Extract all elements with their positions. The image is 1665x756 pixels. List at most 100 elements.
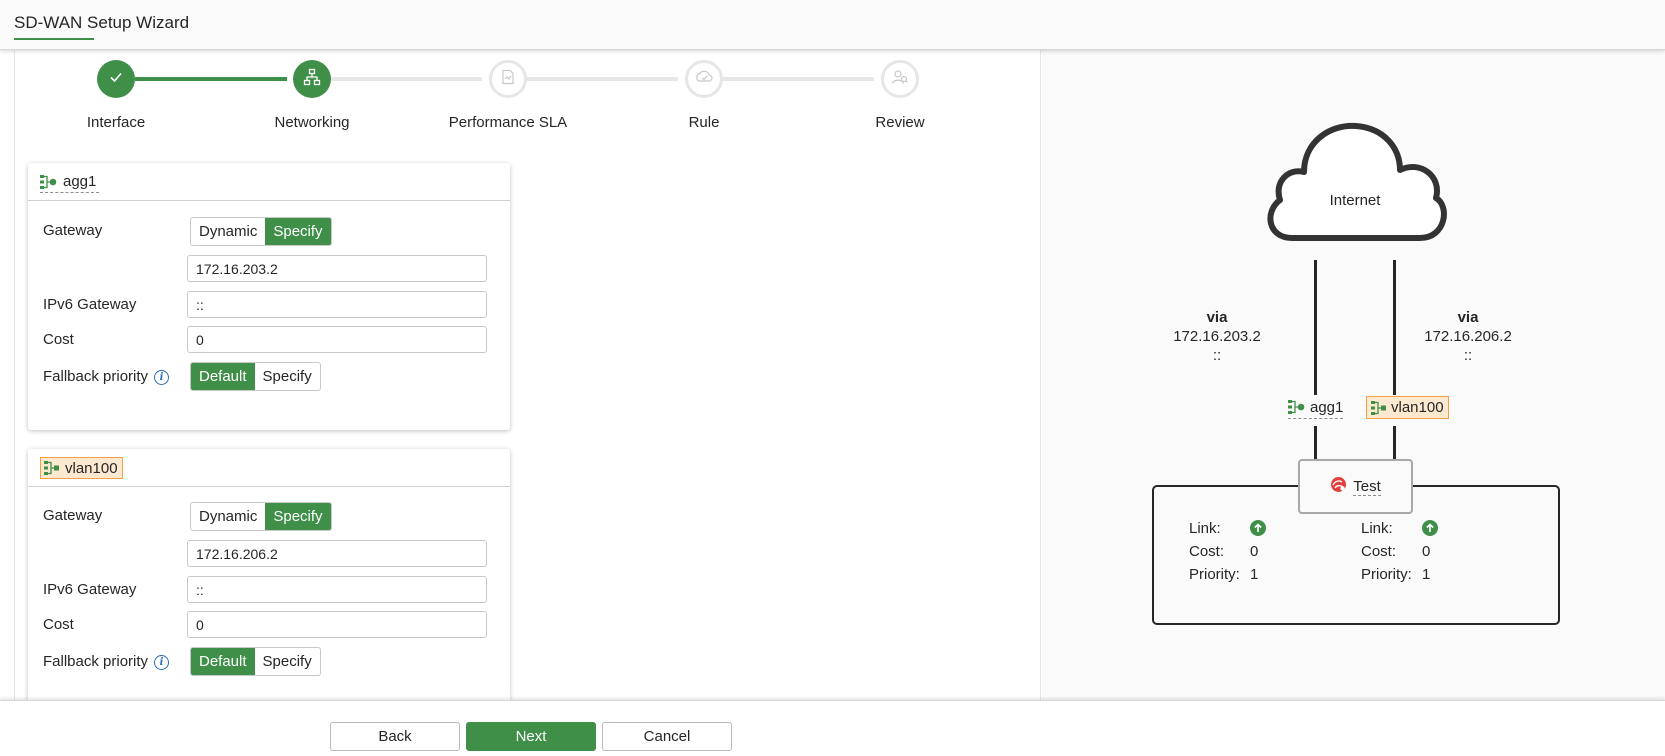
- ipv6-gateway-input[interactable]: [187, 291, 487, 318]
- fallback-specify-option[interactable]: Specify: [255, 363, 320, 390]
- step-connector: [722, 77, 874, 81]
- wizard-header: SD-WAN Setup Wizard: [0, 0, 1665, 50]
- cost-input[interactable]: [187, 326, 487, 353]
- cost-label: Cost: [43, 616, 74, 633]
- ipv6-gateway-input[interactable]: [187, 576, 487, 603]
- member-link-label: Link:: [1361, 520, 1393, 537]
- gateway-dynamic-option[interactable]: Dynamic: [191, 503, 265, 530]
- ipv6-gateway-label: IPv6 Gateway: [43, 296, 137, 313]
- gateway-ip-input[interactable]: [187, 255, 487, 282]
- step-connector: [526, 77, 678, 81]
- step-connector: [135, 77, 287, 81]
- fallback-priority-label: Fallback priority i: [43, 653, 170, 670]
- vlan-interface-icon: [44, 461, 59, 475]
- step-review[interactable]: [881, 60, 919, 98]
- sdwan-zone-icon: [1330, 476, 1347, 497]
- step-performance-sla[interactable]: [489, 60, 527, 98]
- next-button[interactable]: Next: [466, 722, 596, 751]
- step-label-performance-sla: Performance SLA: [448, 114, 568, 131]
- topology-diagram: Internet via 172.16.203.2 :: via 172.16.…: [1042, 50, 1665, 700]
- fallback-priority-label: Fallback priority i: [43, 368, 170, 385]
- link-up-icon: [1250, 520, 1266, 536]
- card-header: agg1: [28, 163, 510, 201]
- member-cost-value: 0: [1250, 543, 1259, 560]
- left-gateway-ipv4: 172.16.203.2: [1173, 328, 1261, 345]
- member-cost-label: Cost:: [1361, 543, 1397, 560]
- diagram-tag-vlan100[interactable]: vlan100: [1366, 396, 1449, 419]
- diagram-tag-agg1[interactable]: agg1: [1288, 396, 1344, 419]
- gateway-label: Gateway: [43, 222, 103, 239]
- step-networking[interactable]: [293, 60, 331, 98]
- info-icon[interactable]: i: [154, 655, 170, 670]
- link-line-agg1-lower: [1314, 426, 1317, 461]
- fallback-priority-toggle: Default Specify: [190, 362, 321, 391]
- network-icon: [303, 68, 321, 90]
- cancel-button[interactable]: Cancel: [602, 722, 732, 751]
- aggregate-interface-icon: [40, 174, 57, 189]
- review-icon: [891, 69, 909, 89]
- left-via-label: via: [1206, 309, 1228, 326]
- zone-name: Test: [1353, 477, 1381, 496]
- rule-icon: [695, 69, 713, 89]
- wizard-title: SD-WAN Setup Wizard: [14, 13, 190, 32]
- sla-icon: [500, 69, 516, 89]
- fallback-priority-text: Fallback priority: [43, 653, 149, 670]
- link-line-agg1: [1314, 260, 1317, 395]
- member-priority-value: 1: [1422, 566, 1431, 583]
- gateway-specify-option[interactable]: Specify: [265, 218, 331, 245]
- step-label-rule: Rule: [688, 114, 720, 131]
- interface-tag-vlan100[interactable]: vlan100: [40, 457, 123, 479]
- interface-card-vlan100: vlan100 Gateway Dynamic Specify IPv6 Gat…: [28, 449, 510, 700]
- fallback-default-option[interactable]: Default: [191, 363, 255, 390]
- interface-name: vlan100: [65, 459, 118, 477]
- sdwan-zone-label[interactable]: Test: [1298, 459, 1413, 514]
- right-gateway-ipv4: 172.16.206.2: [1424, 328, 1512, 345]
- left-gateway-ipv6: ::: [1212, 347, 1222, 364]
- fallback-default-option[interactable]: Default: [191, 648, 255, 675]
- member-link-label: Link:: [1189, 520, 1221, 537]
- ipv6-gateway-label: IPv6 Gateway: [43, 581, 137, 598]
- step-rule[interactable]: [685, 60, 723, 98]
- card-header: vlan100: [28, 449, 510, 487]
- gateway-specify-option[interactable]: Specify: [265, 503, 331, 530]
- interface-tag-agg1[interactable]: agg1: [40, 171, 100, 193]
- title-underline: [14, 38, 94, 40]
- member-cost-label: Cost:: [1189, 543, 1225, 560]
- step-connector: [330, 77, 482, 81]
- gateway-mode-toggle: Dynamic Specify: [190, 502, 332, 531]
- fallback-priority-text: Fallback priority: [43, 368, 149, 385]
- cloud-label: Internet: [1329, 192, 1381, 209]
- link-line-vlan100-lower: [1393, 426, 1396, 461]
- step-interface[interactable]: [97, 60, 135, 98]
- cost-input[interactable]: [187, 611, 487, 638]
- internet-cloud-icon: [1267, 122, 1447, 241]
- wizard-footer: Back Next Cancel: [0, 700, 1665, 756]
- link-up-icon: [1422, 520, 1438, 536]
- diagram-tag-label: agg1: [1310, 398, 1344, 416]
- check-icon: [108, 69, 124, 89]
- gateway-mode-toggle: Dynamic Specify: [190, 217, 332, 246]
- info-icon[interactable]: i: [154, 370, 170, 385]
- member-priority-value: 1: [1250, 566, 1259, 583]
- member-priority-label: Priority:: [1189, 566, 1240, 583]
- cost-label: Cost: [43, 331, 74, 348]
- gateway-dynamic-option[interactable]: Dynamic: [191, 218, 265, 245]
- aggregate-interface-icon: [1288, 400, 1305, 414]
- interface-card-agg1: agg1 Gateway Dynamic Specify IPv6 Gatewa…: [28, 163, 510, 430]
- vlan-interface-icon: [1371, 400, 1386, 415]
- interface-name: agg1: [63, 173, 97, 190]
- step-label-interface: Interface: [86, 114, 146, 131]
- fallback-priority-toggle: Default Specify: [190, 647, 321, 676]
- fallback-specify-option[interactable]: Specify: [255, 648, 320, 675]
- member-priority-label: Priority:: [1361, 566, 1412, 583]
- member-cost-value: 0: [1422, 543, 1431, 560]
- wizard-form-pane: Interface Networking Performance SLA Rul…: [0, 50, 1041, 700]
- gateway-ip-input[interactable]: [187, 540, 487, 567]
- diagram-tag-label: vlan100: [1391, 399, 1444, 416]
- link-line-vlan100: [1393, 260, 1396, 395]
- gateway-label: Gateway: [43, 507, 103, 524]
- step-label-review: Review: [875, 114, 925, 131]
- right-gateway-ipv6: ::: [1463, 347, 1473, 364]
- back-button[interactable]: Back: [330, 722, 460, 751]
- step-label-networking: Networking: [274, 114, 350, 131]
